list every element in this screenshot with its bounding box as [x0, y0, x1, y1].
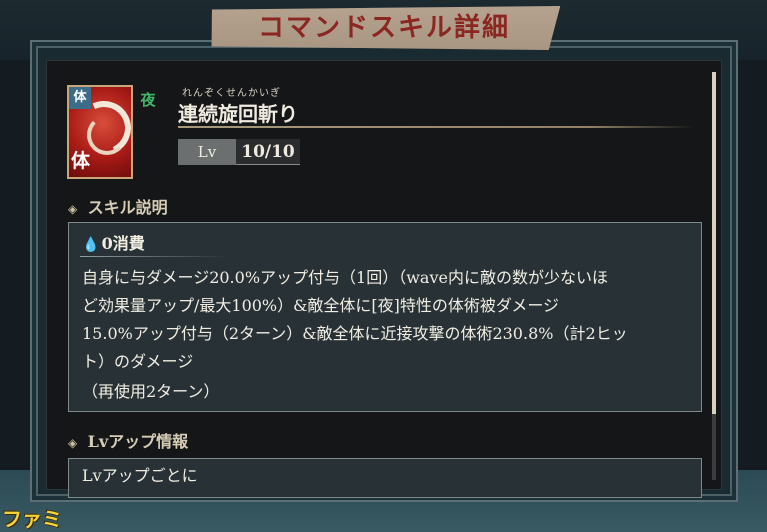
diamond-icon: ◈ — [68, 436, 78, 450]
page-title: コマンドスキル詳細 — [257, 13, 510, 43]
cost-label: 0消費 — [101, 234, 145, 253]
description-line: （再使用2ターン） — [82, 382, 220, 401]
diamond-icon: ◈ — [68, 202, 78, 216]
skill-name-ruby: れんぞくせんかいぎ — [182, 88, 281, 99]
divider — [178, 126, 694, 128]
lvup-info-text: Lvアップごとに — [82, 466, 198, 485]
description-line: 15.0%アップ付与（2ターン）&敵全体に近接攻撃の体術230.8%（計2ヒッ — [82, 324, 628, 343]
section-heading-lvup: ◈ Lvアップ情報 — [68, 430, 188, 454]
type-badge-taijutsu: 体 — [69, 87, 91, 109]
description-line: ト）のダメージ — [82, 352, 194, 371]
description-line: 自身に与ダメージ20.0%アップ付与（1回）（wave内に敵の数が少ないほ — [82, 268, 608, 287]
scrollbar-thumb[interactable] — [712, 72, 716, 414]
cost-divider — [80, 256, 230, 257]
type-label-taijutsu: 体 — [71, 150, 91, 172]
watermark-logo: ファミ通.com — [2, 507, 62, 531]
level-value: 10/10 — [236, 139, 300, 165]
water-drop-icon: 💧 — [82, 237, 100, 253]
section-heading-description: ◈ スキル説明 — [68, 196, 168, 220]
level-label: Lv — [178, 139, 236, 165]
section-heading-label: スキル説明 — [87, 198, 168, 217]
attribute-badge-night: 夜 — [140, 91, 156, 109]
description-line: ど効果量アップ/最大100%）&敵全体に[夜]特性の体術被ダメージ — [82, 296, 560, 315]
skill-name: 連続旋回斬り — [178, 102, 298, 126]
cost-line: 💧 0消費 — [82, 232, 145, 256]
section-heading-label: Lvアップ情報 — [87, 432, 189, 451]
